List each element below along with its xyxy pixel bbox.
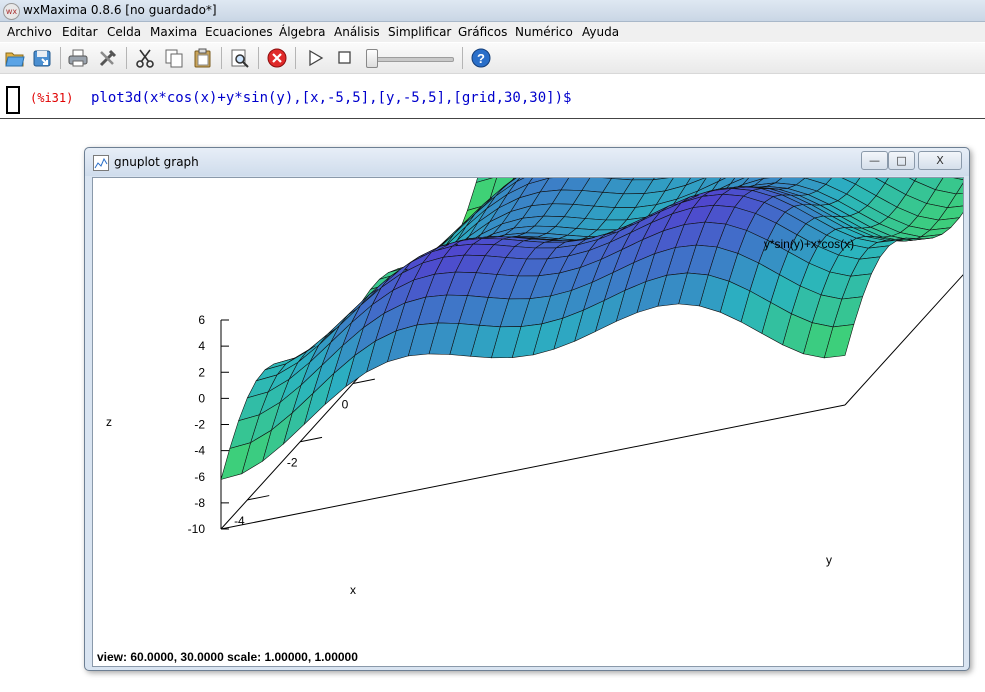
z-tick-label: -2 <box>194 418 205 432</box>
surface-mesh <box>220 178 963 480</box>
z-tick-label: 2 <box>198 365 205 379</box>
menu-algebra[interactable]: Álgebra <box>279 25 325 39</box>
print-icon[interactable] <box>66 47 90 69</box>
interrupt-icon[interactable] <box>265 47 289 69</box>
menu-editar[interactable]: Editar <box>62 25 98 39</box>
input-label: (%i31) <box>30 91 74 105</box>
legend-label: y*sin(y)+x*cos(x) <box>764 237 854 251</box>
z-tick-label: -6 <box>194 470 205 484</box>
gnuplot-window: gnuplot graph — □ X 6 4 2 0 -2 -4 -6 -8 -10 z -4 -2… <box>84 147 970 671</box>
menu-simplificar[interactable]: Simplificar <box>388 25 451 39</box>
copy-icon[interactable] <box>162 47 186 69</box>
surface-plot: 6420-2-4-6-8-10z-4-2024x-4-2024yy*sin(y)… <box>97 178 963 664</box>
toolbar-separator <box>221 47 222 69</box>
gnuplot-canvas[interactable]: 6420-2-4-6-8-10z-4-2024x-4-2024yy*sin(y)… <box>92 177 964 667</box>
toolbar-separator <box>60 47 61 69</box>
menu-ecuaciones[interactable]: Ecuaciones <box>205 25 273 39</box>
toolbar-separator <box>462 47 463 69</box>
animation-slider-track[interactable] <box>367 57 454 62</box>
cell-separator <box>0 118 985 119</box>
minimize-button[interactable]: — <box>861 151 888 170</box>
z-axis-label: z <box>106 415 112 429</box>
menu-celda[interactable]: Celda <box>107 25 141 39</box>
z-tick-label: 4 <box>198 339 205 353</box>
animation-slider-thumb[interactable] <box>366 49 378 68</box>
menu-graficos[interactable]: Gráficos <box>458 25 507 39</box>
wxmaxima-app-icon: wx <box>3 3 20 20</box>
menu-ayuda[interactable]: Ayuda <box>582 25 619 39</box>
app-title: wxMaxima 0.8.6 [no guardado*] <box>23 3 217 17</box>
gnuplot-graph-icon <box>93 155 109 171</box>
x-tick-label: -4 <box>234 514 245 528</box>
find-icon[interactable] <box>228 47 252 69</box>
play-icon[interactable] <box>303 47 327 69</box>
toolbar-separator <box>258 47 259 69</box>
cell-bracket[interactable] <box>6 86 20 114</box>
y-axis-label: y <box>826 553 832 567</box>
z-tick-label: -10 <box>188 522 206 536</box>
svg-text:?: ? <box>477 51 485 66</box>
stop-icon[interactable] <box>332 47 356 69</box>
z-tick-label: -8 <box>194 496 205 510</box>
configure-icon[interactable] <box>96 47 120 69</box>
save-icon[interactable] <box>30 47 54 69</box>
paste-icon[interactable] <box>191 47 215 69</box>
open-icon[interactable] <box>3 47 27 69</box>
help-icon[interactable]: ? <box>469 47 493 69</box>
view-status: view: 60.0000, 30.0000 scale: 1.00000, 1… <box>97 650 358 664</box>
z-tick-label: 6 <box>198 313 205 327</box>
maximize-button[interactable]: □ <box>888 151 915 170</box>
toolbar-separator <box>126 47 127 69</box>
cut-icon[interactable] <box>133 47 157 69</box>
input-expression[interactable]: plot3d(x*cos(x)+y*sin(y),[x,-5,5],[y,-5,… <box>91 90 571 106</box>
menu-maxima[interactable]: Maxima <box>150 25 197 39</box>
x-tick-label: -2 <box>287 456 298 470</box>
menu-analisis[interactable]: Análisis <box>334 25 380 39</box>
z-tick-label: 0 <box>198 391 205 405</box>
gnuplot-title-bar[interactable]: gnuplot graph — □ X <box>85 148 969 176</box>
app-title-bar: wx wxMaxima 0.8.6 [no guardado*] <box>0 0 985 22</box>
x-axis-label: x <box>350 583 356 597</box>
menu-archivo[interactable]: Archivo <box>7 25 52 39</box>
base-edge <box>220 404 846 530</box>
x-tick-label: 0 <box>342 398 349 412</box>
toolbar-separator <box>295 47 296 69</box>
toolbar: ? <box>0 43 985 74</box>
menu-numerico[interactable]: Numérico <box>515 25 573 39</box>
close-button[interactable]: X <box>918 151 962 170</box>
menu-bar: Archivo Editar Celda Maxima Ecuaciones Á… <box>0 22 985 42</box>
gnuplot-title: gnuplot graph <box>114 155 199 169</box>
z-tick-label: -4 <box>194 444 205 458</box>
